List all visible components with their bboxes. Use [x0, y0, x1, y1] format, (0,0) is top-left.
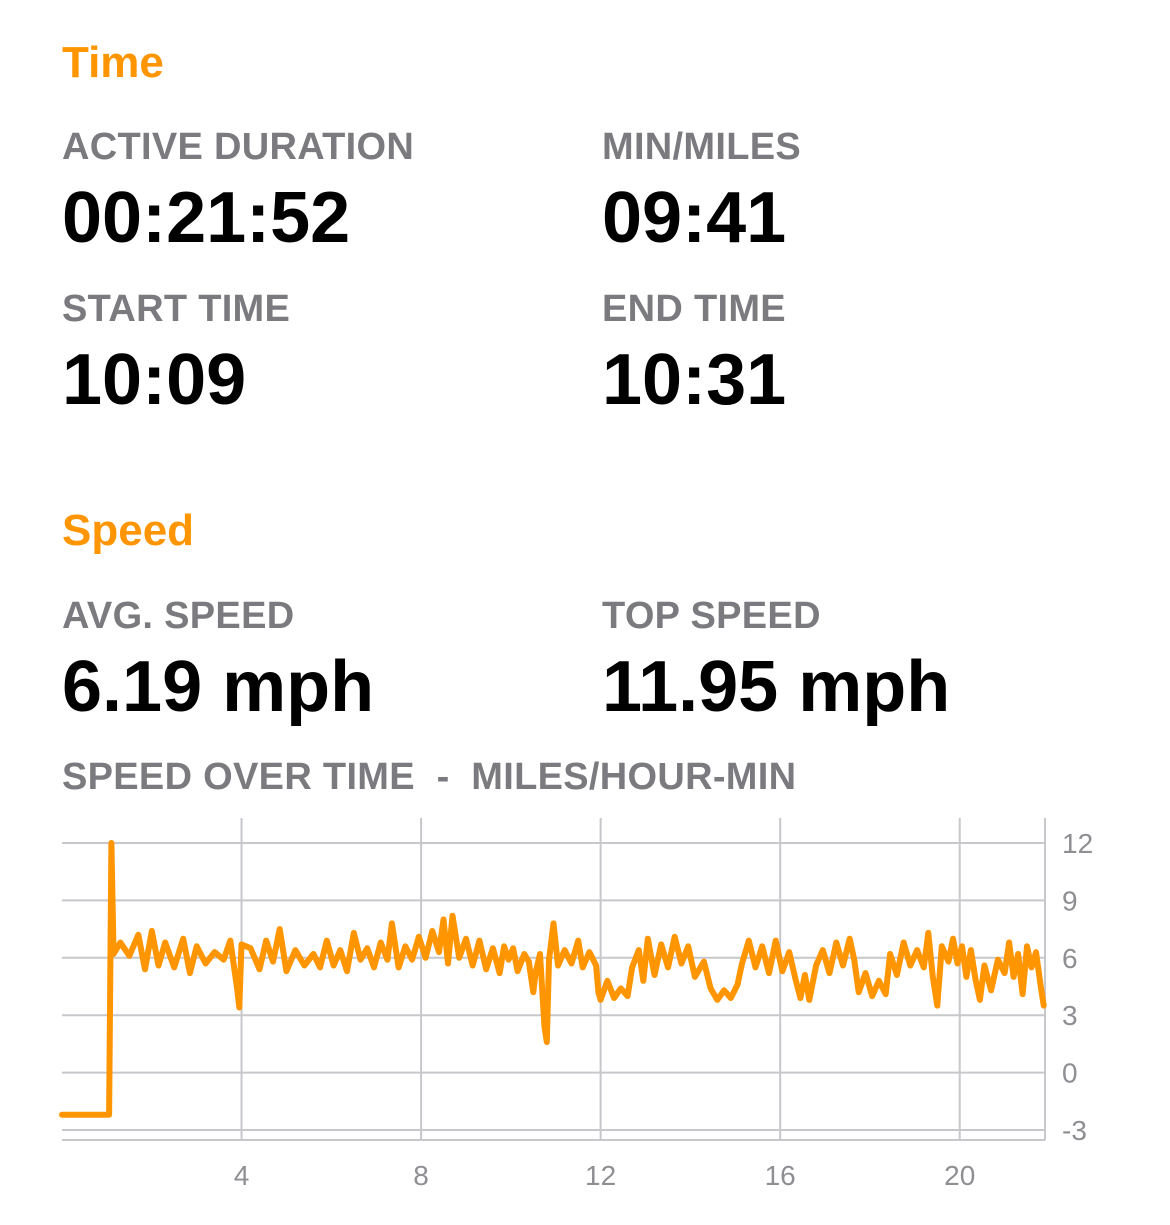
- x-tick-label: 4: [234, 1160, 250, 1191]
- chart-grid: [62, 818, 1046, 1141]
- chart-ticks: 12 9 6 3 0 -3 4 8 12 16 20: [234, 828, 1093, 1191]
- chart-series: [59, 840, 1047, 1118]
- x-tick-label: 8: [413, 1160, 429, 1191]
- y-tick-label: 3: [1062, 1000, 1078, 1031]
- speed-over-time-chart: 12 9 6 3 0 -3 4 8 12 16 20: [59, 818, 1093, 1191]
- x-tick-label: 12: [585, 1160, 616, 1191]
- y-tick-label: 12: [1062, 828, 1093, 859]
- speed-series-line: [59, 840, 1047, 1118]
- y-tick-label: -3: [1062, 1115, 1087, 1146]
- y-tick-label: 9: [1062, 885, 1078, 916]
- x-tick-label: 16: [765, 1160, 796, 1191]
- y-tick-label: 6: [1062, 943, 1078, 974]
- x-tick-label: 20: [944, 1160, 975, 1191]
- y-tick-label: 0: [1062, 1058, 1078, 1089]
